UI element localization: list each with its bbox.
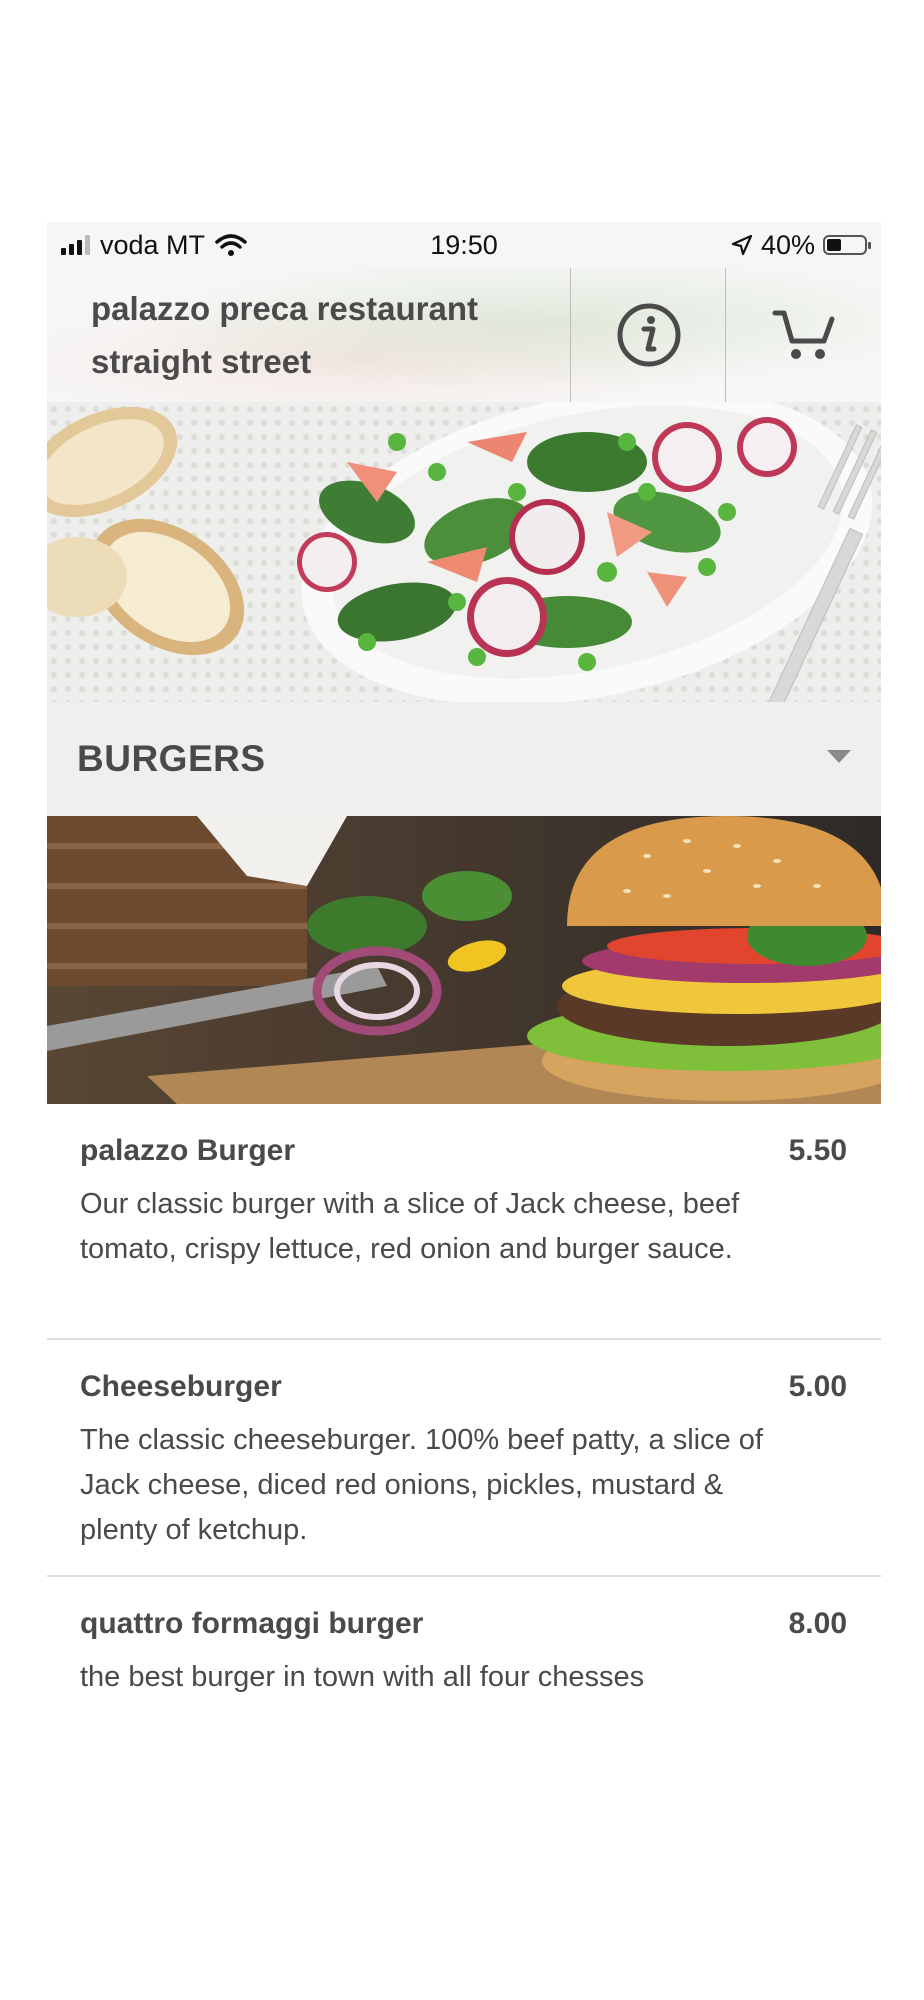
restaurant-name: palazzo preca restaurant straight street (91, 290, 478, 380)
chevron-down-icon (827, 750, 851, 763)
status-bar: voda MT 19:50 40% (47, 222, 881, 268)
cart-icon (772, 310, 834, 359)
status-right: 40% (731, 222, 871, 268)
menu-item-description: the best burger in town with all four ch… (80, 1661, 645, 1693)
app-screen: voda MT 19:50 40% palazzo preca restaura… (47, 222, 881, 1722)
menu-item-name: palazzo Burger (80, 1134, 296, 1167)
menu-list: palazzo Burger 5.50 Our classic burger w… (47, 1104, 881, 1722)
battery-percent: 40% (760, 229, 815, 260)
category-image (47, 816, 881, 1104)
menu-item-name: quattro formaggi burger (80, 1607, 424, 1640)
info-icon (617, 303, 680, 367)
category-dropdown[interactable]: BURGERS (47, 702, 881, 816)
battery-icon (823, 235, 871, 255)
menu-item[interactable]: quattro formaggi burger 8.00 the best bu… (47, 1575, 881, 1722)
battery-fill (827, 239, 841, 251)
menu-item-price: 5.00 (788, 1370, 847, 1403)
category-title: BURGERS (77, 738, 266, 779)
burger-illustration (47, 816, 881, 1104)
header: palazzo preca restaurant straight street (47, 268, 881, 403)
menu-item-description: Our classic burger with a slice of Jack … (80, 1188, 740, 1265)
menu-item-price: 8.00 (788, 1607, 847, 1640)
menu-item-price: 5.50 (788, 1134, 847, 1167)
location-arrow-icon (731, 234, 753, 256)
salad-illustration (47, 402, 881, 702)
menu-item-description: The classic cheeseburger. 100% beef patt… (80, 1424, 763, 1546)
cart-button[interactable] (726, 268, 881, 402)
menu-item[interactable]: Cheeseburger 5.00 The classic cheeseburg… (47, 1338, 881, 1575)
restaurant-hero-image (47, 402, 881, 702)
info-button[interactable] (571, 268, 726, 402)
menu-item-name: Cheeseburger (80, 1370, 282, 1403)
menu-item[interactable]: palazzo Burger 5.50 Our classic burger w… (47, 1104, 881, 1338)
